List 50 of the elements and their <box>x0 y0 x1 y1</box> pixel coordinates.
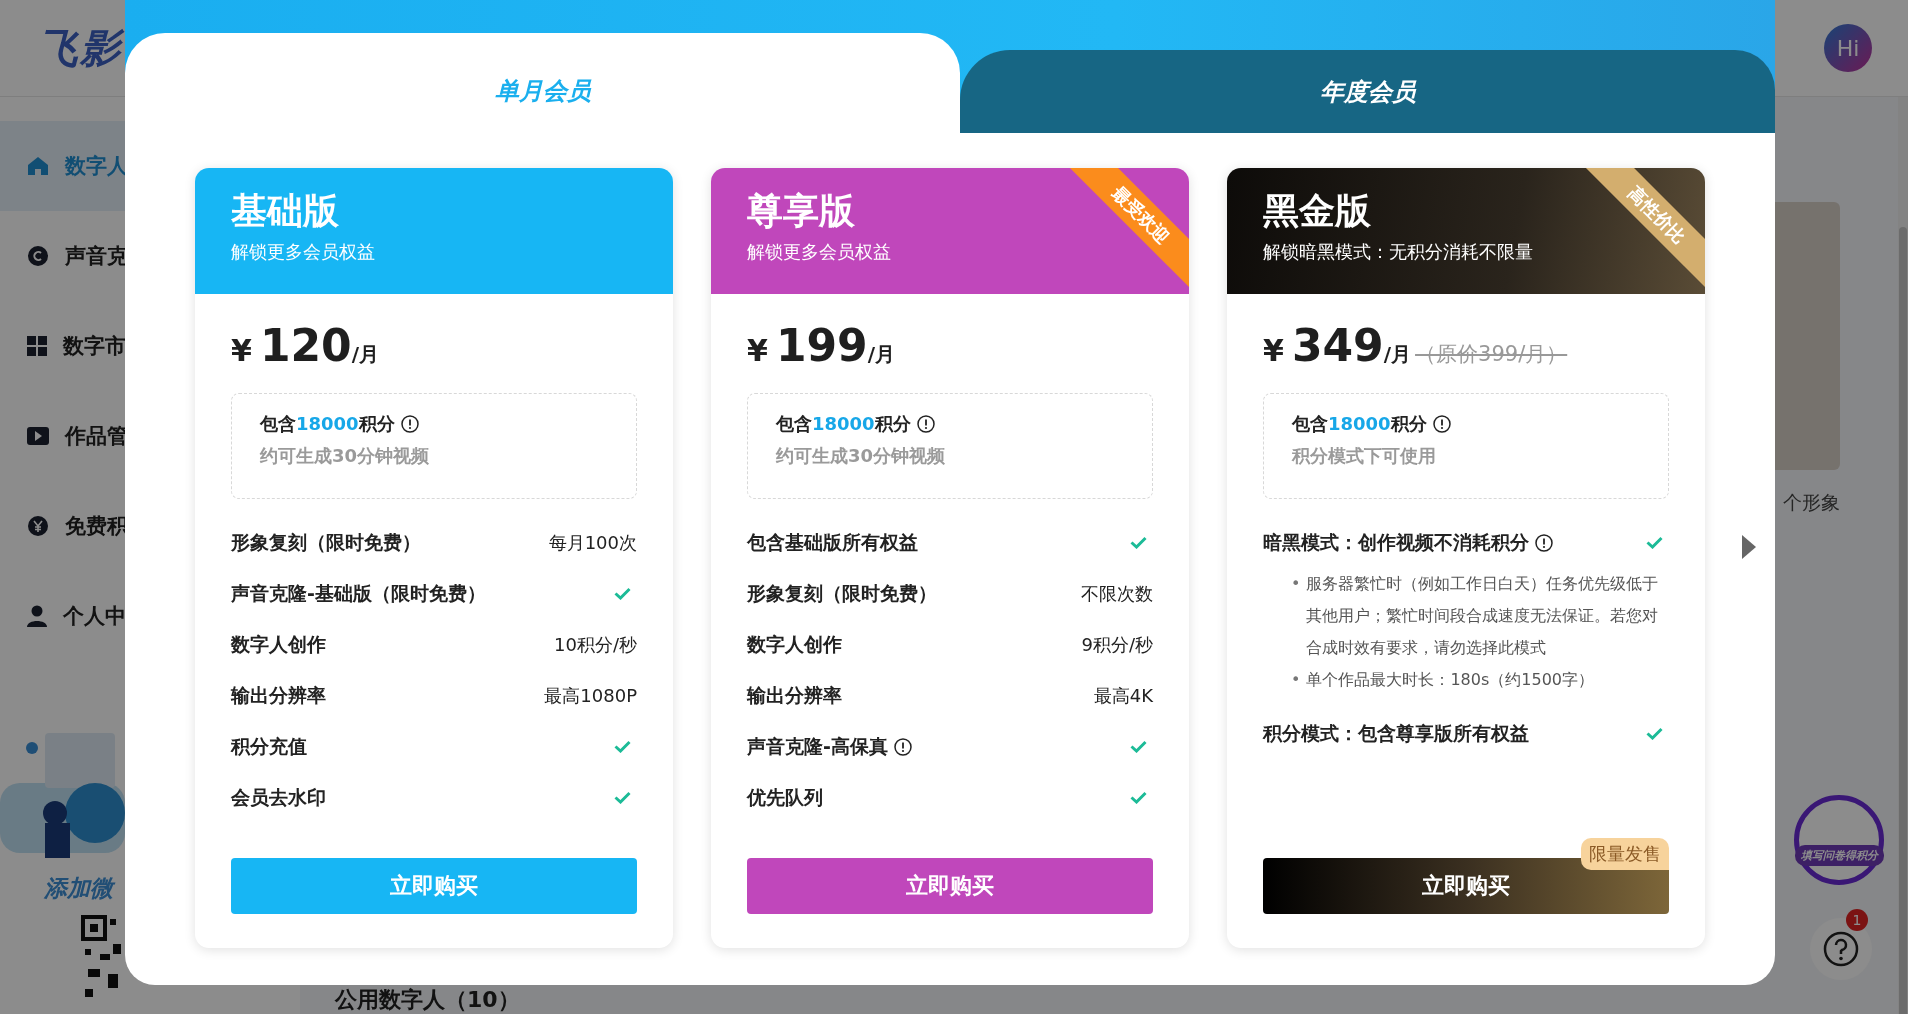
feature-label: 积分模式：包含尊享版所有权益 <box>1263 720 1529 746</box>
limited-tag: 限量发售 <box>1581 838 1669 870</box>
credits-text: 包含18000积分 <box>1292 412 1427 436</box>
feature-label: 输出分辨率 <box>747 682 842 708</box>
feature-label: 包含基础版所有权益 <box>747 529 918 555</box>
feature-label: 形象复刻（限时免费） <box>747 580 937 606</box>
price-amount: 199 <box>775 320 868 371</box>
credits-note: 约可生成30分钟视频 <box>776 444 947 468</box>
feature-value: 最高1080P <box>544 683 637 708</box>
feature-label: 积分充值 <box>231 733 307 759</box>
feature-label: 输出分辨率 <box>231 682 326 708</box>
plan-subtitle: 解锁更多会员权益 <box>231 240 375 264</box>
feature-value: 9积分/秒 <box>1081 632 1153 657</box>
plan-name: 黑金版 <box>1263 189 1371 233</box>
plan-subtitle: 解锁暗黑模式：无积分消耗不限量 <box>1263 240 1533 264</box>
note-text: 服务器繁忙时（例如工作日白天）任务优先级低于其他用户；繁忙时间段合成速度无法保证。若您对合成时效有要求，请勿选择此模式 <box>1306 573 1660 659</box>
credits-text: 包含18000积分 <box>776 412 911 436</box>
feature-label: 形象复刻（限时免费） <box>231 529 421 555</box>
feature-label: 数字人创作 <box>747 631 842 657</box>
bullet-mark: • <box>1291 573 1301 595</box>
note-text: 单个作品最大时长：180s（约1500字） <box>1306 669 1595 691</box>
currency-sign: ¥ <box>747 333 768 368</box>
credits-note: 约可生成30分钟视频 <box>260 444 431 468</box>
price-unit: /月 <box>1383 342 1412 368</box>
currency-sign: ¥ <box>231 333 252 368</box>
feature-value: 每月100次 <box>548 530 637 555</box>
credits-text: 包含18000积分 <box>260 412 395 436</box>
plan-name: 尊享版 <box>747 189 855 233</box>
currency-sign: ¥ <box>1263 333 1284 368</box>
feature-label: 优先队列 <box>747 784 823 810</box>
price-amount: 349 <box>1291 320 1384 371</box>
feature-label: 声音克隆-基础版（限时免费） <box>231 580 486 606</box>
feature-label: 暗黑模式：创作视频不消耗积分 <box>1263 529 1529 555</box>
section-heading: 公用数字人（10） <box>335 986 520 1014</box>
feature-value: 最高4K <box>1093 683 1153 708</box>
feature-label: 数字人创作 <box>231 631 326 657</box>
feature-value: 不限次数 <box>1081 581 1153 606</box>
plan-subtitle: 解锁更多会员权益 <box>747 240 891 264</box>
price-unit: /月 <box>867 342 896 368</box>
credits-note: 积分模式下可使用 <box>1292 444 1437 468</box>
notification-count: 1 <box>1846 909 1868 931</box>
gallery-caption: 个形象 <box>1783 490 1840 515</box>
price-unit: /月 <box>351 342 380 368</box>
original-price: （原价399/月） <box>1415 341 1568 368</box>
feature-label: 会员去水印 <box>231 784 326 810</box>
feature-value: 10积分/秒 <box>554 632 637 657</box>
plan-name: 基础版 <box>231 189 339 233</box>
feature-label: 声音克隆-高保真 <box>747 733 888 759</box>
bullet-mark: • <box>1291 669 1301 691</box>
price-amount: 120 <box>259 320 352 371</box>
